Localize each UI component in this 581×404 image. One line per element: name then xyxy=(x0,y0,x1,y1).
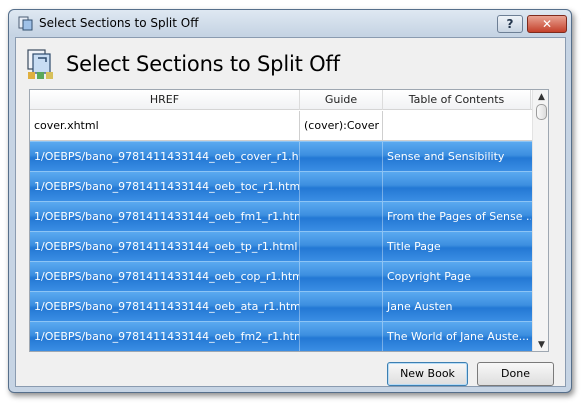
toc-cell[interactable]: Title Page xyxy=(383,232,531,262)
scroll-up-icon[interactable]: ▲ xyxy=(536,92,547,102)
guide-cell[interactable] xyxy=(300,232,383,262)
done-button[interactable]: Done xyxy=(477,362,554,386)
table-row[interactable]: cover.xhtml (cover):Cover xyxy=(30,111,548,141)
toc-cell[interactable]: Jane Austen xyxy=(383,292,531,322)
scroll-thumb[interactable] xyxy=(536,104,547,120)
guide-cell[interactable] xyxy=(300,202,383,232)
href-cell[interactable]: 1/OEBPS/bano_9781411433144_oeb_tp_r1.htm… xyxy=(30,232,300,262)
toc-cell[interactable]: Copyright Page xyxy=(383,262,531,292)
guide-cell[interactable] xyxy=(300,292,383,322)
guide-cell[interactable]: (cover):Cover xyxy=(300,111,383,141)
toc-cell[interactable]: Sense and Sensibility xyxy=(383,142,531,172)
href-cell[interactable]: 1/OEBPS/bano_9781411433144_oeb_fm2_r1.ht… xyxy=(30,322,300,351)
toc-cell[interactable]: The World of Jane Auste... xyxy=(383,322,531,351)
scroll-down-icon[interactable]: ▼ xyxy=(536,340,547,350)
table-row[interactable]: 1/OEBPS/bano_9781411433144_oeb_ata_r1.ht… xyxy=(30,291,548,322)
toc-cell[interactable] xyxy=(383,172,531,202)
help-button[interactable]: ? xyxy=(497,15,523,33)
table-row[interactable]: 1/OEBPS/bano_9781411433144_oeb_toc_r1.ht… xyxy=(30,171,548,202)
toc-cell[interactable]: From the Pages of Sense ... xyxy=(383,202,531,232)
table-row[interactable]: 1/OEBPS/bano_9781411433144_oeb_cover_r1.… xyxy=(30,141,548,172)
dialog-window: Select Sections to Split Off ? ✕ Select … xyxy=(8,9,572,393)
dialog-body: Select Sections to Split Off HREF Guide … xyxy=(15,37,566,387)
table-row[interactable]: 1/OEBPS/bano_9781411433144_oeb_cop_r1.ht… xyxy=(30,261,548,292)
column-header-toc[interactable]: Table of Contents xyxy=(383,90,531,110)
sections-table: HREF Guide Table of Contents cover.xhtml… xyxy=(29,89,549,352)
table-row[interactable]: 1/OEBPS/bano_9781411433144_oeb_fm1_r1.ht… xyxy=(30,201,548,232)
href-cell[interactable]: 1/OEBPS/bano_9781411433144_oeb_cop_r1.ht… xyxy=(30,262,300,292)
guide-cell[interactable] xyxy=(300,172,383,202)
table-row[interactable]: 1/OEBPS/bano_9781411433144_oeb_tp_r1.htm… xyxy=(30,231,548,262)
guide-cell[interactable] xyxy=(300,142,383,172)
vertical-scrollbar[interactable]: ▲ ▼ xyxy=(532,90,548,351)
window-title: Select Sections to Split Off xyxy=(39,16,199,30)
close-button[interactable]: ✕ xyxy=(527,15,567,33)
toc-cell[interactable] xyxy=(383,111,531,141)
href-cell[interactable]: 1/OEBPS/bano_9781411433144_oeb_ata_r1.ht… xyxy=(30,292,300,322)
href-cell[interactable]: 1/OEBPS/bano_9781411433144_oeb_cover_r1.… xyxy=(30,142,300,172)
href-cell[interactable]: cover.xhtml xyxy=(30,111,300,141)
page-title: Select Sections to Split Off xyxy=(66,52,340,76)
title-bar[interactable]: Select Sections to Split Off ? ✕ xyxy=(9,10,571,36)
guide-cell[interactable] xyxy=(300,262,383,292)
column-header-href[interactable]: HREF xyxy=(30,90,300,110)
guide-cell[interactable] xyxy=(300,322,383,351)
table-row[interactable]: 1/OEBPS/bano_9781411433144_oeb_fm2_r1.ht… xyxy=(30,321,548,351)
href-cell[interactable]: 1/OEBPS/bano_9781411433144_oeb_fm1_r1.ht… xyxy=(30,202,300,232)
new-book-button[interactable]: New Book xyxy=(387,362,468,386)
split-book-icon xyxy=(26,48,56,80)
href-cell[interactable]: 1/OEBPS/bano_9781411433144_oeb_toc_r1.ht… xyxy=(30,172,300,202)
column-header-guide[interactable]: Guide xyxy=(300,90,383,110)
table-header: HREF Guide Table of Contents xyxy=(30,90,548,110)
app-icon xyxy=(18,16,33,31)
